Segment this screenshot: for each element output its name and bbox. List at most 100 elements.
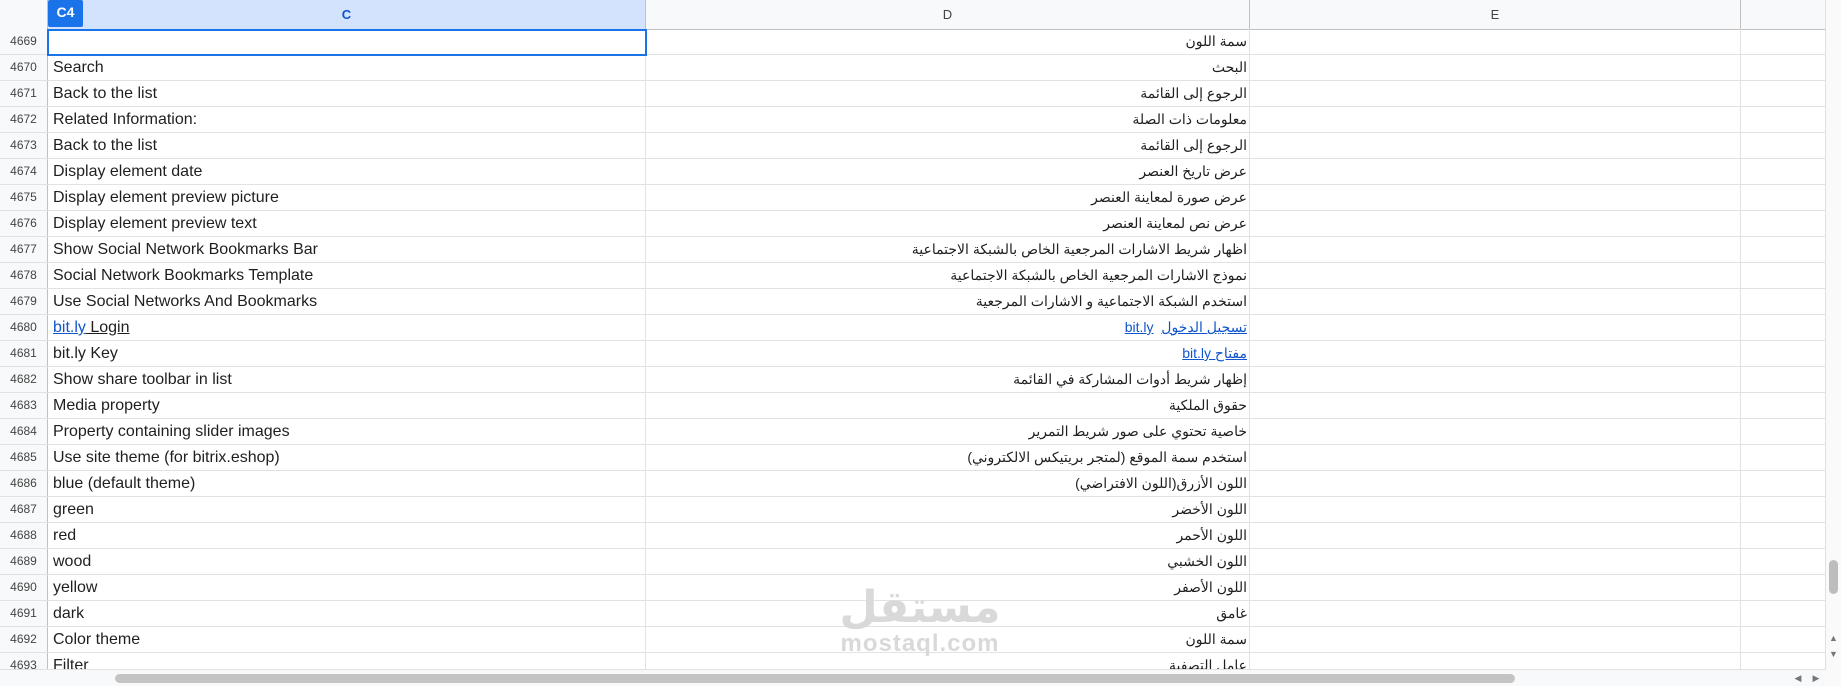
row-number[interactable]: 4674 <box>0 159 48 184</box>
cell-d[interactable]: تسجيل الدخول bit.ly <box>646 315 1250 340</box>
cell-d[interactable]: اللون الأزرق(اللون الافتراضي) <box>646 471 1250 496</box>
cell-e[interactable] <box>1250 653 1741 670</box>
cell-c[interactable]: Color theme <box>48 627 646 652</box>
cell-e[interactable] <box>1250 419 1741 444</box>
cell-e[interactable] <box>1250 549 1741 574</box>
row-number[interactable]: 4675 <box>0 185 48 210</box>
cell-c[interactable]: Display element preview picture <box>48 185 646 210</box>
cell-d[interactable]: إظهار شريط أدوات المشاركة في القائمة <box>646 367 1250 392</box>
row-number[interactable]: 4691 <box>0 601 48 626</box>
cell-c[interactable]: Social Network Bookmarks Template <box>48 263 646 288</box>
cell-e[interactable] <box>1250 315 1741 340</box>
cell-d[interactable]: معلومات ذات الصلة <box>646 107 1250 132</box>
cell-e[interactable] <box>1250 185 1741 210</box>
scroll-down-icon[interactable]: ▼ <box>1828 648 1839 660</box>
cell-link[interactable]: bit.ly <box>53 319 86 336</box>
cell-c[interactable]: Back to the list <box>48 81 646 106</box>
row-number[interactable]: 4689 <box>0 549 48 574</box>
scroll-left-icon[interactable]: ◀ <box>1791 672 1805 684</box>
column-header-e[interactable]: E <box>1250 0 1741 29</box>
row-number[interactable]: 4693 <box>0 653 48 670</box>
row-number[interactable]: 4692 <box>0 627 48 652</box>
row-number[interactable]: 4684 <box>0 419 48 444</box>
cell-d[interactable]: مفتاح bit.ly <box>646 341 1250 366</box>
cell-d[interactable]: اظهار شريط الاشارات المرجعية الخاص بالشب… <box>646 237 1250 262</box>
cell-c[interactable]: Display element preview text <box>48 211 646 236</box>
cell-d[interactable]: اللون الأحمر <box>646 523 1250 548</box>
row-number[interactable]: 4685 <box>0 445 48 470</box>
cell-d[interactable]: الرجوع إلى القائمة <box>646 133 1250 158</box>
row-number[interactable]: 4687 <box>0 497 48 522</box>
row-number[interactable]: 4673 <box>0 133 48 158</box>
cell-d[interactable]: عرض نص لمعاينة العنصر <box>646 211 1250 236</box>
cell-e[interactable] <box>1250 341 1741 366</box>
cell-d[interactable]: اللون الخشبي <box>646 549 1250 574</box>
cell-e[interactable] <box>1250 55 1741 80</box>
horizontal-scroll-thumb[interactable] <box>115 674 1515 683</box>
row-number[interactable]: 4678 <box>0 263 48 288</box>
cell-d[interactable]: غامق <box>646 601 1250 626</box>
row-number[interactable]: 4683 <box>0 393 48 418</box>
cell-c[interactable]: Back to the list <box>48 133 646 158</box>
horizontal-scrollbar[interactable]: ◀ ▶ <box>0 669 1826 686</box>
vertical-scrollbar[interactable]: ▲ ▼ <box>1825 0 1841 686</box>
cell-c[interactable]: Media property <box>48 393 646 418</box>
cell-c[interactable]: dark <box>48 601 646 626</box>
cell-e[interactable] <box>1250 627 1741 652</box>
row-number[interactable]: 4677 <box>0 237 48 262</box>
cell-c[interactable]: red <box>48 523 646 548</box>
cell-e[interactable] <box>1250 263 1741 288</box>
cell-c[interactable]: blue (default theme) <box>48 471 646 496</box>
cell-link[interactable]: مفتاح bit.ly <box>1182 345 1247 361</box>
cell-c[interactable]: Filter <box>48 653 646 670</box>
row-number[interactable]: 4680 <box>0 315 48 340</box>
cell-c[interactable]: Show Social Network Bookmarks Bar <box>48 237 646 262</box>
cell-d[interactable]: اللون الأصفر <box>646 575 1250 600</box>
column-header-c[interactable]: C <box>48 0 646 29</box>
cell-e[interactable] <box>1250 81 1741 106</box>
row-number[interactable]: 4690 <box>0 575 48 600</box>
cell-c[interactable]: Display element date <box>48 159 646 184</box>
cell-d[interactable]: اللون الأخضر <box>646 497 1250 522</box>
cell-e[interactable] <box>1250 471 1741 496</box>
cell-d[interactable]: خاصية تحتوي على صور شريط التمرير <box>646 419 1250 444</box>
row-number[interactable]: 4669 <box>0 29 48 54</box>
cell-e[interactable] <box>1250 445 1741 470</box>
cell-d[interactable]: سمة اللون <box>646 627 1250 652</box>
cell-c[interactable]: Show share toolbar in list <box>48 367 646 392</box>
cell-d[interactable]: سمة اللون <box>646 29 1250 54</box>
cell-c[interactable]: Property containing slider images <box>48 419 646 444</box>
row-number[interactable]: 4670 <box>0 55 48 80</box>
cell-d[interactable]: استخدم الشبكة الاجتماعية و الاشارات المر… <box>646 289 1250 314</box>
column-header-d[interactable]: D <box>646 0 1250 29</box>
cell-e[interactable] <box>1250 107 1741 132</box>
cell-d[interactable]: عرض صورة لمعاينة العنصر <box>646 185 1250 210</box>
row-number[interactable]: 4672 <box>0 107 48 132</box>
cell-e[interactable] <box>1250 237 1741 262</box>
row-number[interactable]: 4686 <box>0 471 48 496</box>
cell-e[interactable] <box>1250 601 1741 626</box>
cell-e[interactable] <box>1250 133 1741 158</box>
name-box[interactable]: C4 <box>48 0 83 27</box>
cell-d[interactable]: الرجوع إلى القائمة <box>646 81 1250 106</box>
cell-e[interactable] <box>1250 393 1741 418</box>
cell-link[interactable]: تسجيل الدخول <box>1161 319 1247 335</box>
scroll-right-icon[interactable]: ▶ <box>1809 672 1823 684</box>
cell-c[interactable]: green <box>48 497 646 522</box>
cell-c[interactable]: bit.ly Login <box>48 315 646 340</box>
row-number[interactable]: 4671 <box>0 81 48 106</box>
cell-e[interactable] <box>1250 211 1741 236</box>
cell-e[interactable] <box>1250 523 1741 548</box>
cell-e[interactable] <box>1250 289 1741 314</box>
cell-c[interactable]: bit.ly Key <box>48 341 646 366</box>
row-number[interactable]: 4676 <box>0 211 48 236</box>
row-number[interactable]: 4682 <box>0 367 48 392</box>
cell-d[interactable]: عامل التصفية <box>646 653 1250 670</box>
cell-e[interactable] <box>1250 159 1741 184</box>
row-number[interactable]: 4688 <box>0 523 48 548</box>
column-header-f[interactable] <box>1741 0 1826 29</box>
cell-d[interactable]: البحث <box>646 55 1250 80</box>
cell-d[interactable]: استخدم سمة الموقع (لمتجر بريتيكس الالكتر… <box>646 445 1250 470</box>
cell-c[interactable]: Use site theme (for bitrix.eshop) <box>48 445 646 470</box>
cell-c[interactable]: Search <box>48 55 646 80</box>
